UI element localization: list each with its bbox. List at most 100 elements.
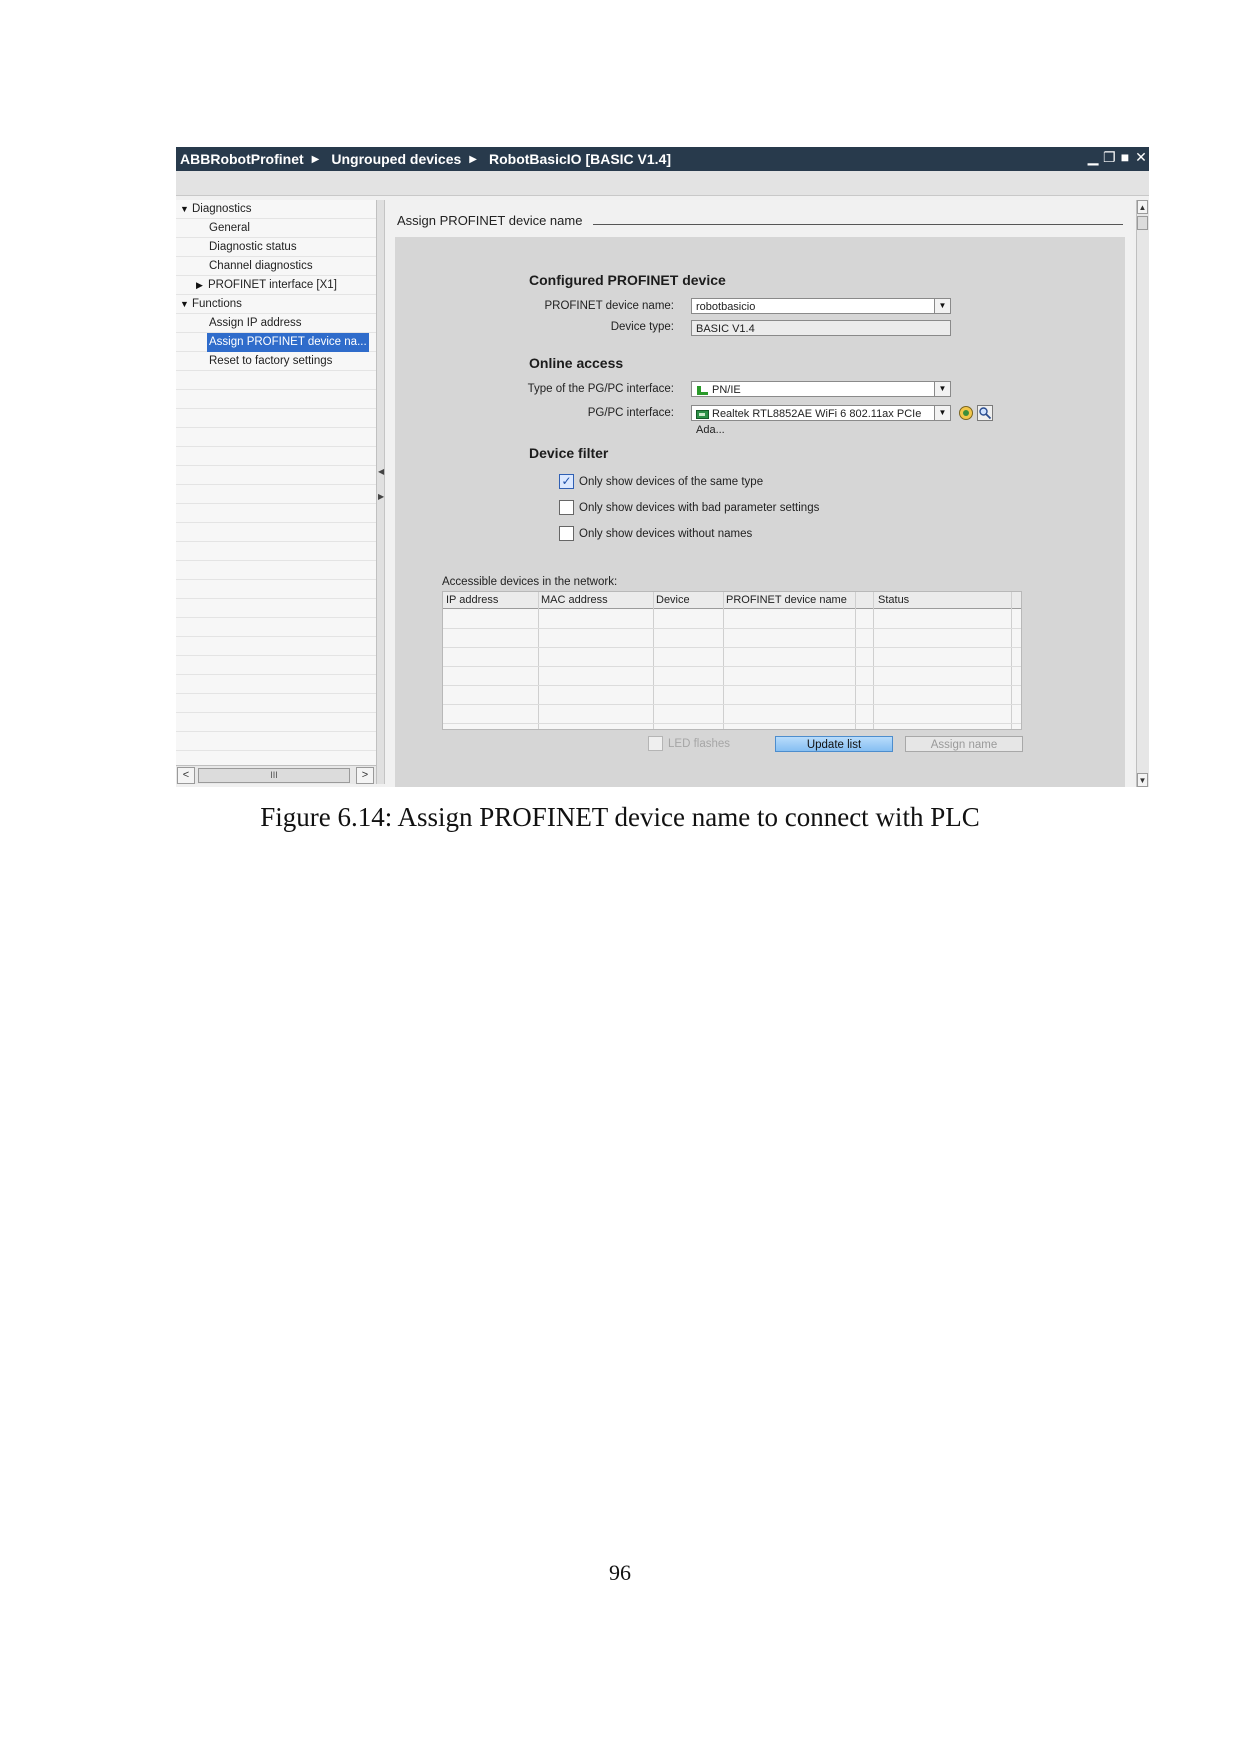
column-divider	[855, 592, 856, 729]
device-name-field[interactable]: robotbasicio ▼	[691, 298, 951, 314]
scroll-thumb[interactable]: III	[198, 768, 350, 783]
window-controls: ▁ ❐ ■ ✕	[1087, 149, 1147, 165]
interface-type-value: PN/IE	[712, 384, 741, 396]
tree-item-assign-profinet-name[interactable]: Assign PROFINET device na...	[207, 333, 369, 352]
breadcrumb-group[interactable]: Ungrouped devices	[327, 151, 461, 167]
led-flashes-option: LED flashes	[648, 736, 730, 751]
screenshot: ABBRobotProfinet ▶ Ungrouped devices ▶ R…	[176, 147, 1149, 787]
interface-type-label: Type of the PG/PC interface:	[527, 383, 674, 395]
tree-item-label: Diagnostics	[192, 203, 252, 215]
tree-item-functions[interactable]: ▼ Functions	[180, 295, 242, 314]
breadcrumb-project[interactable]: ABBRobotProfinet	[176, 151, 304, 167]
figure-caption: Figure 6.14: Assign PROFINET device name…	[260, 802, 980, 832]
status-shield-icon	[959, 406, 973, 420]
network-card-icon	[696, 409, 709, 419]
tree-item-assign-ip-address[interactable]: Assign IP address	[209, 314, 301, 333]
device-name-label: PROFINET device name:	[544, 300, 674, 312]
restore-icon[interactable]: ❐	[1103, 149, 1116, 165]
tree-horizontal-scrollbar[interactable]: < III >	[176, 765, 376, 784]
expand-triangle-icon[interactable]: ▼	[180, 295, 192, 314]
device-type-label: Device type:	[610, 321, 674, 333]
interface-type-select[interactable]: PN/IE ▼	[691, 381, 951, 397]
column-status[interactable]: Status	[875, 592, 909, 608]
column-ip-address[interactable]: IP address	[443, 592, 498, 608]
dropdown-arrow-icon[interactable]: ▼	[934, 382, 950, 396]
filter-same-type[interactable]: ✓ Only show devices of the same type	[559, 474, 763, 489]
column-mac-address[interactable]: MAC address	[538, 592, 608, 608]
breadcrumb-device[interactable]: RobotBasicIO [BASIC V1.4]	[485, 151, 671, 167]
breadcrumb-arrow-icon: ▶	[311, 153, 320, 165]
table-header: IP address MAC address Device PROFINET d…	[443, 592, 1021, 609]
scroll-up-icon[interactable]: ▲	[1137, 200, 1148, 214]
accessible-devices-table: IP address MAC address Device PROFINET d…	[442, 591, 1022, 730]
column-divider	[653, 592, 654, 729]
tree-item-diagnostic-status[interactable]: Diagnostic status	[209, 238, 297, 257]
device-filter-heading: Device filter	[529, 445, 609, 461]
column-profinet-name[interactable]: PROFINET device name	[723, 592, 847, 608]
accessible-devices-caption: Accessible devices in the network:	[442, 576, 618, 588]
filter-bad-parameters[interactable]: Only show devices with bad parameter set…	[559, 500, 819, 515]
interface-select[interactable]: Realtek RTL8852AE WiFi 6 802.11ax PCIe A…	[691, 405, 951, 436]
tree-item-diagnostics[interactable]: ▼ Diagnostics	[180, 200, 251, 219]
section-title: Assign PROFINET device name	[397, 213, 583, 228]
table-row-line	[443, 628, 1021, 629]
dropdown-arrow-icon[interactable]: ▼	[934, 299, 950, 313]
tree-item-label: PROFINET interface [X1]	[208, 279, 337, 291]
device-type-field: BASIC V1.4	[691, 320, 951, 336]
filter-label: Only show devices of the same type	[579, 475, 764, 488]
table-row-line	[443, 666, 1021, 667]
table-row-line	[443, 685, 1021, 686]
scroll-down-icon[interactable]: ▼	[1137, 773, 1148, 787]
tree-item-reset-factory[interactable]: Reset to factory settings	[209, 352, 332, 371]
main-content: Assign PROFINET device name Configured P…	[385, 200, 1133, 787]
dropdown-arrow-icon[interactable]: ▼	[934, 406, 950, 420]
checkbox-icon[interactable]	[559, 526, 574, 541]
scroll-thumb[interactable]	[1137, 216, 1148, 230]
column-divider	[1011, 592, 1012, 729]
toolbar	[176, 171, 1149, 196]
tree-item-general[interactable]: General	[209, 219, 250, 238]
interface-label: PG/PC interface:	[587, 407, 674, 419]
table-row-line	[443, 704, 1021, 705]
checkbox-checked-icon[interactable]: ✓	[559, 474, 574, 489]
scroll-left-icon[interactable]: <	[177, 767, 195, 784]
filter-label: Only show devices with bad parameter set…	[579, 501, 820, 514]
content-vertical-scrollbar[interactable]: ▲ ▼	[1136, 200, 1149, 787]
checkbox-icon[interactable]	[559, 500, 574, 515]
column-divider	[723, 592, 724, 729]
panel-splitter[interactable]: ◀ ▶	[377, 200, 385, 784]
breadcrumb-arrow-icon: ▶	[469, 153, 477, 165]
table-row-line	[443, 647, 1021, 648]
maximize-icon[interactable]: ■	[1119, 149, 1131, 165]
checkbox-disabled-icon	[648, 736, 663, 751]
online-access-heading: Online access	[529, 355, 624, 371]
filter-label: Only show devices without names	[579, 527, 753, 540]
collapsed-triangle-icon[interactable]: ▶	[196, 276, 208, 295]
magnifier-icon	[979, 407, 992, 420]
collapse-right-icon[interactable]: ▶	[378, 490, 384, 504]
led-flashes-label: LED flashes	[668, 737, 731, 750]
collapse-left-icon[interactable]: ◀	[378, 465, 384, 479]
device-name-value: robotbasicio	[696, 301, 756, 313]
filter-without-names[interactable]: Only show devices without names	[559, 526, 752, 541]
column-divider	[538, 592, 539, 729]
expand-triangle-icon[interactable]: ▼	[180, 200, 192, 219]
assign-name-button[interactable]: Assign name	[905, 736, 1023, 752]
connection-status-icon[interactable]	[958, 405, 974, 421]
section-divider	[593, 224, 1123, 225]
tree-item-label: Functions	[192, 298, 242, 310]
minimize-icon[interactable]: ▁	[1087, 149, 1099, 165]
search-network-button[interactable]	[977, 405, 993, 421]
update-list-button[interactable]: Update list	[775, 736, 893, 752]
scroll-right-icon[interactable]: >	[356, 767, 374, 784]
close-icon[interactable]: ✕	[1135, 149, 1147, 165]
column-divider	[873, 592, 874, 729]
table-row-line	[443, 723, 1021, 724]
navigation-tree: ▼ Diagnostics General Diagnostic status C…	[176, 200, 377, 784]
settings-panel: Configured PROFINET device PROFINET devi…	[395, 237, 1125, 787]
tree-item-profinet-interface[interactable]: ▶ PROFINET interface [X1]	[196, 276, 337, 295]
title-bar: ABBRobotProfinet ▶ Ungrouped devices ▶ R…	[176, 147, 1149, 171]
tree-item-channel-diagnostics[interactable]: Channel diagnostics	[209, 257, 313, 276]
column-device[interactable]: Device	[653, 592, 690, 608]
configured-device-heading: Configured PROFINET device	[529, 272, 726, 288]
